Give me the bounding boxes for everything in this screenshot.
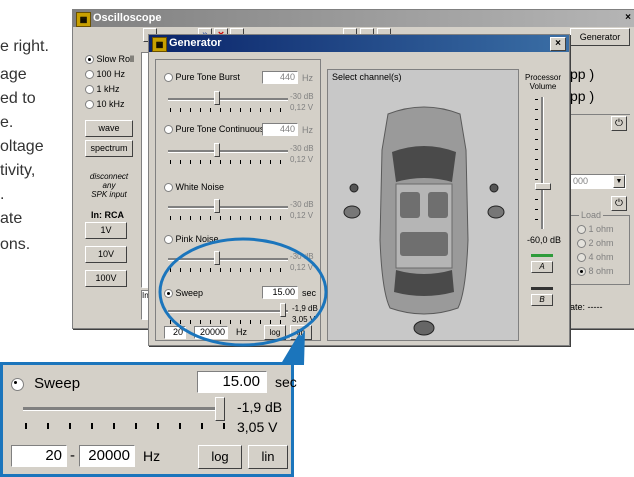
zoom-to-input[interactable]: 20000 (79, 445, 135, 467)
zoom-level-slider[interactable] (215, 397, 225, 421)
highlight-ellipse (158, 237, 328, 347)
zoom-callout: Sweep 15.00 sec -1,9 dB 3,05 V 20 - 2000… (0, 362, 297, 477)
zoom-db-readout: -1,9 dB (237, 399, 283, 415)
zoom-volts-readout: 3,05 V (237, 419, 278, 435)
zoom-from-input[interactable]: 20 (11, 445, 67, 467)
zoom-unit-label: sec (275, 374, 297, 390)
zoom-range-separator: - (70, 447, 75, 464)
zoom-mode-sweep[interactable]: Sweep (11, 375, 80, 392)
zoom-slider-track (23, 407, 223, 411)
zoom-hz-label: Hz (143, 448, 161, 464)
radio-icon (11, 377, 24, 391)
zoom-log-button[interactable]: log (198, 445, 242, 469)
zoom-lin-button[interactable]: lin (248, 445, 288, 469)
zoom-slider-ticks (25, 423, 225, 429)
zoom-duration-input[interactable]: 15.00 (197, 371, 267, 393)
zoom-sweep-label: Sweep (34, 375, 81, 392)
